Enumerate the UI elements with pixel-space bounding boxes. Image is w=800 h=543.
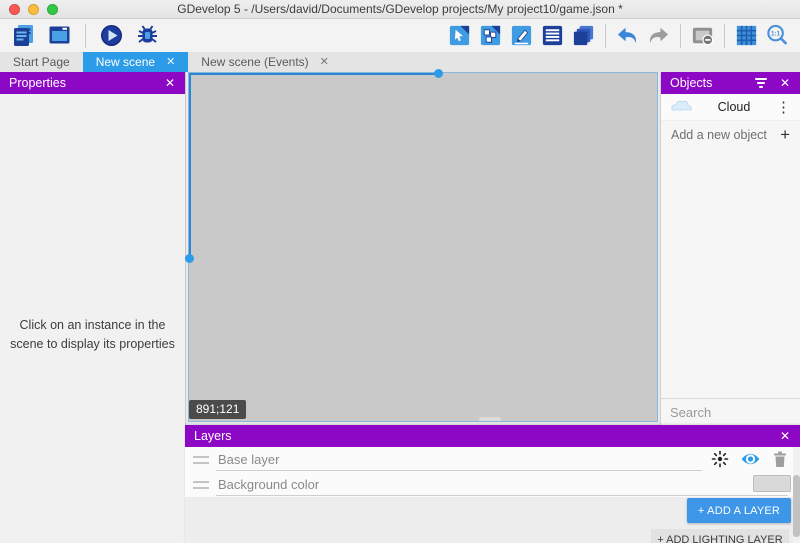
- properties-panel-title: Properties: [9, 76, 66, 90]
- selection-edge-left: [189, 73, 191, 259]
- plus-icon: +: [780, 125, 790, 145]
- toolbar: 1:1: [0, 19, 800, 52]
- debug-icon[interactable]: [134, 22, 161, 49]
- gdevelop-window: GDevelop 5 - /Users/david/Documents/GDev…: [0, 0, 800, 543]
- drag-handle-icon[interactable]: [193, 456, 209, 464]
- svg-text:1:1: 1:1: [771, 31, 781, 38]
- toolbar-separator: [605, 24, 606, 48]
- maximize-window-button[interactable]: [47, 4, 58, 15]
- selection-handle-top[interactable]: [434, 69, 443, 78]
- layers-scrollbar: [793, 447, 800, 543]
- layers-scrollbar-thumb[interactable]: [793, 475, 800, 537]
- toolbar-right-group: 1:1: [447, 23, 790, 48]
- search-input[interactable]: [670, 405, 800, 420]
- properties-panel-header: Properties ✕: [0, 72, 185, 94]
- close-icon[interactable]: ✕: [779, 429, 791, 443]
- tab-start-page[interactable]: Start Page: [0, 52, 83, 72]
- horizontal-scrollbar-thumb[interactable]: [479, 417, 501, 421]
- background-color-swatch[interactable]: [753, 475, 791, 492]
- add-lighting-layer-button[interactable]: + ADD LIGHTING LAYER: [651, 529, 789, 543]
- object-row-cloud[interactable]: Cloud ⋮: [661, 94, 800, 121]
- tab-bar: Start Page New scene ✕ New scene (Events…: [0, 52, 800, 72]
- properties-empty-message: Click on an instance in the scene to dis…: [0, 316, 185, 354]
- cursor-coordinates-label: 891;121: [189, 400, 246, 419]
- layer-name-field[interactable]: Background color: [216, 474, 788, 496]
- close-window-button[interactable]: [9, 4, 20, 15]
- close-icon[interactable]: ✕: [166, 57, 175, 68]
- layer-name-field[interactable]: Base layer: [216, 449, 702, 471]
- objects-panel: Objects ✕ Cloud ⋮ Add a new object +: [660, 72, 800, 425]
- close-icon[interactable]: ✕: [320, 57, 329, 68]
- add-layer-button[interactable]: + ADD A LAYER: [687, 498, 791, 523]
- objects-search-row: [661, 398, 800, 425]
- toolbar-separator: [724, 24, 725, 48]
- layers-editor-icon[interactable]: [571, 23, 596, 48]
- layers-panel: Layers ✕ Base layer: [185, 425, 800, 543]
- undo-icon[interactable]: [615, 23, 640, 48]
- visibility-eye-icon[interactable]: [740, 451, 761, 467]
- add-new-object-button[interactable]: Add a new object +: [661, 121, 800, 148]
- delete-trash-icon[interactable]: [772, 450, 788, 468]
- minimize-window-button[interactable]: [28, 4, 39, 15]
- redo-icon[interactable]: [646, 23, 671, 48]
- drag-handle-icon[interactable]: [193, 481, 209, 489]
- project-manager-icon[interactable]: [10, 22, 37, 49]
- object-groups-icon[interactable]: [478, 23, 503, 48]
- toolbar-separator: [85, 24, 86, 48]
- layers-panel-title: Layers: [194, 429, 232, 443]
- add-object-label: Add a new object: [671, 128, 767, 142]
- more-options-icon[interactable]: ⋮: [774, 100, 793, 115]
- window-title: GDevelop 5 - /Users/david/Documents/GDev…: [177, 2, 623, 16]
- toolbar-separator: [680, 24, 681, 48]
- objects-editor-icon[interactable]: [447, 23, 472, 48]
- properties-pencil-icon[interactable]: [509, 23, 534, 48]
- toolbar-left-group: [10, 22, 161, 49]
- effects-icon[interactable]: [711, 450, 729, 468]
- tab-label: New scene: [96, 52, 155, 72]
- layers-panel-header: Layers ✕: [185, 425, 800, 447]
- window-icon[interactable]: [46, 22, 73, 49]
- close-icon[interactable]: ✕: [779, 76, 791, 90]
- zoom-ratio-icon[interactable]: 1:1: [765, 23, 790, 48]
- tab-label: Start Page: [13, 52, 70, 72]
- cloud-object-icon: [668, 97, 694, 118]
- scene-canvas[interactable]: 891;121: [188, 72, 658, 422]
- layer-row-base: Base layer: [185, 447, 800, 472]
- selection-handle-left[interactable]: [185, 254, 194, 263]
- instances-list-icon[interactable]: [540, 23, 565, 48]
- objects-panel-header: Objects ✕: [661, 72, 800, 94]
- grid-icon[interactable]: [734, 23, 759, 48]
- close-icon[interactable]: ✕: [164, 76, 176, 90]
- object-name: Cloud: [694, 100, 774, 114]
- properties-panel: Properties ✕ Click on an instance in the…: [0, 72, 186, 543]
- objects-panel-title: Objects: [670, 76, 712, 90]
- window-mask-icon[interactable]: [690, 23, 715, 48]
- play-icon[interactable]: [98, 22, 125, 49]
- filter-icon[interactable]: [755, 78, 767, 88]
- tab-new-scene-events[interactable]: New scene (Events) ✕: [188, 52, 342, 72]
- traffic-lights: [9, 4, 58, 15]
- selection-edge-top: [189, 73, 439, 75]
- layer-row-background-color: Background color: [185, 472, 800, 497]
- titlebar: GDevelop 5 - /Users/david/Documents/GDev…: [0, 0, 800, 19]
- tab-label: New scene (Events): [201, 52, 308, 72]
- tab-new-scene[interactable]: New scene ✕: [83, 52, 189, 72]
